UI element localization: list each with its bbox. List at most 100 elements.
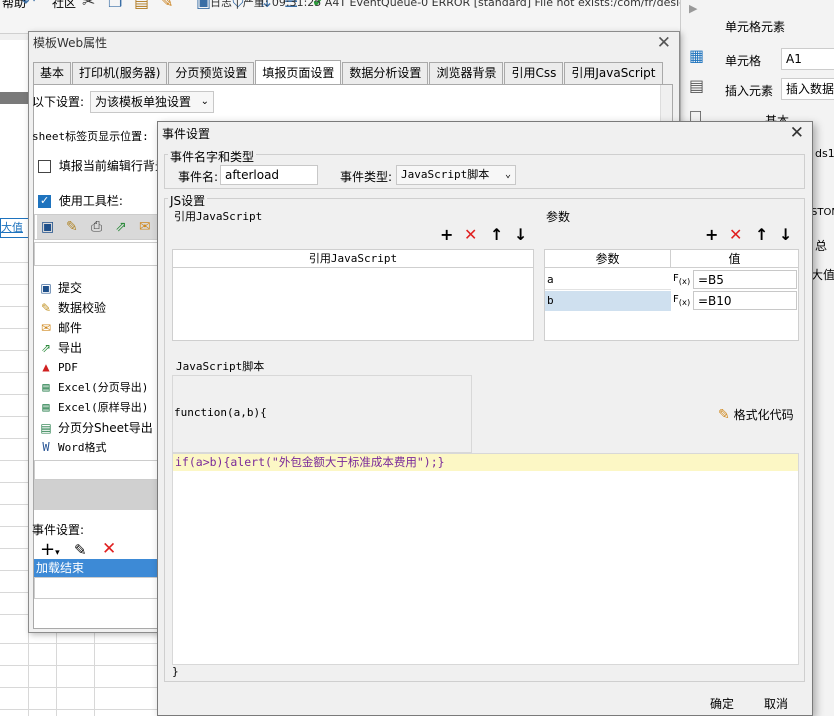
tab-strip: 基本 打印机(服务器) 分页预览设置 填报页面设置 数据分析设置 浏览器背景 引用Css 引用… <box>33 60 664 84</box>
param-name-b[interactable]: b <box>545 291 671 311</box>
format-brush-icon[interactable]: ✎ <box>160 0 173 10</box>
param-value-b[interactable]: =B10 <box>693 291 797 310</box>
mail-icon: ✉ <box>40 321 52 335</box>
list-item[interactable]: ✎ 数据校验 <box>38 298 106 318</box>
list-item[interactable]: W Word格式 <box>38 438 106 458</box>
params-label: 参数 <box>546 210 571 224</box>
list-item[interactable]: ⇗ 导出 <box>38 338 82 358</box>
spreadsheet-area[interactable]: 大值 <box>0 40 30 716</box>
settings-dropdown[interactable]: 为该模板单独设置 ⌄ <box>90 91 214 113</box>
sheet-lower[interactable] <box>0 633 157 716</box>
add-event-icon[interactable]: +▾ <box>40 539 60 560</box>
mail-icon: ✉ <box>139 219 151 235</box>
list-item[interactable]: ✉ 邮件 <box>38 318 82 338</box>
function-signature: function(a,b){ <box>174 406 267 419</box>
cell-attr-icon[interactable]: ▦ <box>689 46 704 65</box>
copy-icon[interactable]: ❐ <box>108 0 122 10</box>
tab-browser-bg[interactable]: 浏览器背景 <box>429 62 504 84</box>
tab-javascript[interactable]: 引用JavaScript <box>564 62 663 84</box>
use-toolbar-option[interactable]: 使用工具栏: <box>38 192 123 209</box>
close-icon[interactable]: ✕ <box>790 123 804 143</box>
tab-basic[interactable]: 基本 <box>33 62 72 84</box>
event-type-select[interactable]: JavaScript脚本 ⌄ <box>396 165 516 185</box>
cut-icon[interactable]: ✂ <box>82 0 95 10</box>
excel-icon: ▤ <box>42 380 50 394</box>
list-item[interactable]: ▤ 分页分Sheet导出 <box>38 418 152 438</box>
code-editor[interactable]: if(a>b){alert("外包金额大于标准成本费用");} <box>172 453 799 665</box>
list-item[interactable]: ▲ PDF <box>38 358 78 378</box>
dialog-title: 事件设置 <box>162 127 211 141</box>
delete-event-icon[interactable]: ✕ <box>102 539 116 559</box>
list-item[interactable]: ▤ Excel(分页导出) <box>38 378 148 398</box>
window-title: 模板Web属性 <box>29 32 679 54</box>
delete-param-icon[interactable]: ✕ <box>729 227 742 243</box>
add-ref-icon[interactable]: + <box>440 227 453 243</box>
add-param-icon[interactable]: + <box>705 227 718 243</box>
param-value-a[interactable]: =B5 <box>693 270 797 289</box>
word-icon: W <box>42 440 50 454</box>
toolbar-drop-area[interactable] <box>34 242 162 266</box>
clip-text-2: STOM <box>811 207 834 218</box>
move-up-icon[interactable]: ↑ <box>490 227 503 243</box>
value-col-header: 值 <box>671 250 798 268</box>
event-name-label: 事件名: <box>178 170 219 184</box>
export-icon: ⇗ <box>115 219 127 235</box>
closing-brace: } <box>172 665 179 678</box>
highlight-checkbox[interactable] <box>38 160 51 173</box>
params-table: 参数 值 a F(x) =B5 b F(x) =B10 <box>544 249 799 341</box>
formula-icon[interactable]: F(x) <box>671 270 691 290</box>
sheet-cell[interactable]: 大值 <box>0 218 30 238</box>
panel-title: 单元格元素 <box>725 20 786 34</box>
edit-event-icon[interactable]: ✎ <box>74 541 87 559</box>
ok-button[interactable]: 确定 <box>702 694 742 714</box>
clip-text-4: 大值 <box>811 268 834 282</box>
attr-icon[interactable]: ▤ <box>689 76 704 95</box>
name-type-label: 事件名字和类型 <box>168 148 257 165</box>
highlight-label: 填报当前编辑行背景 <box>58 159 167 173</box>
insert-label: 插入元素 <box>725 84 774 98</box>
preview-icon[interactable]: ▣ <box>196 0 211 10</box>
param-up-icon[interactable]: ↑ <box>755 227 768 243</box>
cell-input[interactable]: A1 <box>781 48 834 70</box>
ref-js-table[interactable]: 引用JavaScript <box>172 249 534 341</box>
tab-css[interactable]: 引用Css <box>504 62 564 84</box>
ref-js-label: 引用JavaScript <box>174 210 263 223</box>
settings-value: 为该模板单独设置 <box>95 95 192 109</box>
menu-community[interactable]: 社区 <box>52 0 76 11</box>
broom-icon: ✎ <box>718 407 730 423</box>
param-down-icon[interactable]: ↓ <box>779 227 792 243</box>
tab-page-preview[interactable]: 分页预览设置 <box>168 62 255 84</box>
highlight-row-option[interactable]: 填报当前编辑行背景 <box>38 157 167 174</box>
move-down-icon[interactable]: ↓ <box>514 227 527 243</box>
format-code-button[interactable]: ✎ 格式化代码 <box>718 406 794 423</box>
undo-icon[interactable]: ↶ <box>22 0 35 10</box>
sheet-header-bar <box>0 92 30 104</box>
event-list[interactable] <box>34 577 162 599</box>
insert-select[interactable]: 插入数据 <box>781 78 834 100</box>
param-col-header: 参数 <box>545 250 671 268</box>
save-icon: ▣ <box>41 219 55 235</box>
tab-data-analysis[interactable]: 数据分析设置 <box>342 62 429 84</box>
list-item[interactable]: ▤ Excel(原样导出) <box>38 398 148 418</box>
code-line: if(a>b){alert("外包金额大于标准成本费用");} <box>173 454 798 471</box>
use-toolbar-checkbox[interactable] <box>38 194 51 208</box>
paste-icon[interactable]: ▤ <box>134 0 149 10</box>
print-icon: ⎙ <box>91 219 103 235</box>
param-name-a[interactable]: a <box>545 270 671 290</box>
app-toolbar: 帮助 社区 ↶ ✂ ❐ ▤ ✎ ▣ ⛉ ⇅ ☰ ✔ 日志 | 严重: 09:31… <box>0 0 772 56</box>
delete-ref-icon[interactable]: ✕ <box>464 227 477 243</box>
submit-icon: ▣ <box>40 281 52 295</box>
event-name-input[interactable]: afterload <box>220 165 318 185</box>
excel-icon: ▤ <box>42 400 50 414</box>
formula-icon[interactable]: F(x) <box>671 291 691 311</box>
collapse-arrow-icon[interactable]: ▶ <box>689 2 699 32</box>
cell-label: 单元格 <box>725 54 762 68</box>
list-item[interactable]: ▣ 提交 <box>38 278 82 298</box>
sheet-tab-pos-label: sheet标签页显示位置: <box>32 130 149 143</box>
event-list-item[interactable]: 加载结束 <box>34 559 162 577</box>
pdf-icon: ▲ <box>42 360 50 374</box>
cancel-button[interactable]: 取消 <box>756 694 796 714</box>
close-icon[interactable]: ✕ <box>657 33 671 53</box>
tab-printer[interactable]: 打印机(服务器) <box>72 62 168 84</box>
tab-fill-page[interactable]: 填报页面设置 <box>255 60 342 84</box>
